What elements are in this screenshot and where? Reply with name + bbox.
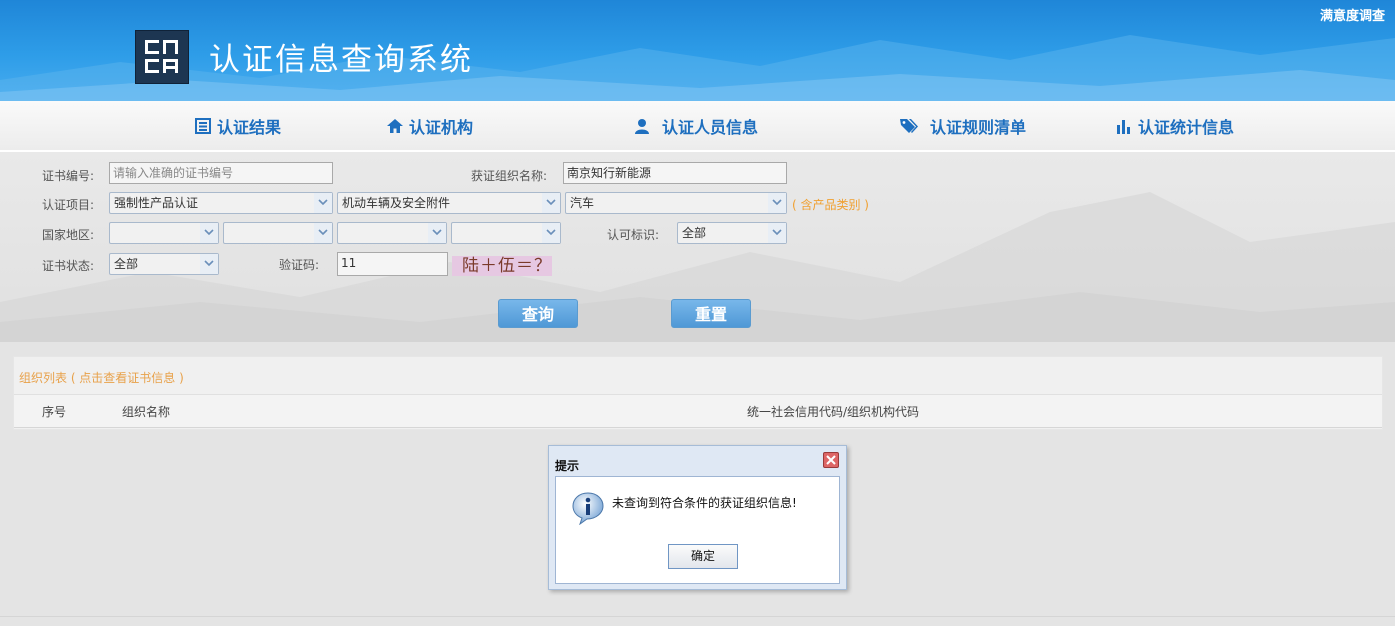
select-value: 强制性产品认证 — [114, 196, 199, 210]
nav-item-rules-list[interactable]: 认证规则清单 — [900, 114, 1026, 138]
close-icon[interactable] — [823, 452, 839, 468]
chevron-down-icon — [428, 223, 446, 243]
nav-item-statistics[interactable]: 认证统计信息 — [1116, 114, 1234, 138]
info-icon — [572, 492, 604, 525]
select-value: 机动车辆及安全附件 — [342, 196, 451, 210]
nav-item-label: 认证规则清单 — [930, 118, 1027, 137]
org-name-label: 获证组织名称: — [471, 169, 548, 183]
header-banner: 认证信息查询系统 满意度调查 — [0, 0, 1395, 101]
captcha-image[interactable]: 陆＋伍＝？ — [452, 256, 552, 276]
country-select-3[interactable] — [337, 222, 447, 244]
org-list-title: 组织列表 ( 点击查看证书信息 ) — [19, 371, 184, 385]
cert-status-select[interactable]: 全部 — [109, 253, 219, 275]
home-icon — [387, 119, 403, 133]
chevron-down-icon — [200, 254, 218, 274]
project-select-3[interactable]: 汽车 — [565, 192, 787, 214]
system-title: 认证信息查询系统 — [209, 42, 473, 78]
chevron-down-icon — [768, 193, 786, 213]
search-form: 证书编号: 请输入准确的证书编号 获证组织名称: 南京知行新能源 认证项目: 强… — [0, 152, 1395, 342]
query-button[interactable]: 查询 — [498, 299, 578, 328]
country-select-1[interactable] — [109, 222, 219, 244]
nav-item-cert-results[interactable]: 认证结果 — [195, 114, 281, 138]
nav-item-label: 认证结果 — [217, 118, 282, 137]
dialog-message: 未查询到符合条件的获证组织信息! — [612, 496, 797, 510]
chevron-down-icon — [314, 223, 332, 243]
project-select-1[interactable]: 强制性产品认证 — [109, 192, 333, 214]
alert-dialog: 提示 未查询到符合条件的获证组织信息! 确定 — [548, 445, 847, 590]
select-value: 全部 — [114, 257, 139, 271]
column-header-credit-code: 统一社会信用代码/组织机构代码 — [747, 405, 920, 419]
select-value: 全部 — [682, 226, 707, 240]
dialog-title: 提示 — [555, 459, 580, 473]
column-header-org-name: 组织名称 — [122, 405, 171, 419]
chevron-down-icon — [768, 223, 786, 243]
tags-icon — [900, 119, 918, 133]
license-mark-select[interactable]: 全部 — [677, 222, 787, 244]
main-nav: 认证结果 认证机构 认证人员信息 认证规则清单 认证统计信息 — [0, 101, 1395, 152]
bar-chart-icon — [1117, 120, 1130, 134]
cert-no-label: 证书编号: — [42, 169, 95, 183]
cnca-logo — [135, 30, 189, 84]
satisfaction-survey-link[interactable]: 满意度调查 — [1320, 5, 1385, 24]
divider — [0, 616, 1395, 617]
captcha-input[interactable]: 11 — [337, 252, 448, 276]
product-category-hint: ( 含产品类别 ) — [792, 198, 869, 212]
org-list-panel: 组织列表 ( 点击查看证书信息 ) 序号 组织名称 统一社会信用代码/组织机构代… — [13, 356, 1383, 430]
chevron-down-icon — [542, 193, 560, 213]
country-select-4[interactable] — [451, 222, 561, 244]
dialog-body: 未查询到符合条件的获证组织信息! 确定 — [555, 476, 840, 584]
select-value: 汽车 — [570, 196, 595, 210]
chevron-down-icon — [200, 223, 218, 243]
nav-item-personnel[interactable]: 认证人员信息 — [634, 114, 758, 138]
nav-item-label: 认证统计信息 — [1138, 118, 1235, 137]
chevron-down-icon — [314, 193, 332, 213]
cert-status-label: 证书状态: — [42, 259, 95, 273]
nav-item-cert-bodies[interactable]: 认证机构 — [387, 114, 473, 138]
nav-item-label: 认证机构 — [409, 118, 474, 137]
country-label: 国家地区: — [42, 228, 95, 242]
user-icon — [635, 119, 649, 134]
org-name-input[interactable]: 南京知行新能源 — [563, 162, 787, 184]
country-select-2[interactable] — [223, 222, 333, 244]
column-header-index: 序号 — [42, 405, 67, 419]
ok-button[interactable]: 确定 — [668, 544, 738, 569]
chevron-down-icon — [542, 223, 560, 243]
org-list-header: 序号 组织名称 统一社会信用代码/组织机构代码 — [14, 394, 1382, 428]
nav-item-label: 认证人员信息 — [662, 118, 759, 137]
project-label: 认证项目: — [42, 198, 95, 212]
cert-no-input[interactable]: 请输入准确的证书编号 — [109, 162, 333, 184]
reset-button[interactable]: 重置 — [671, 299, 751, 328]
license-mark-label: 认可标识: — [607, 228, 660, 242]
list-icon — [195, 118, 211, 134]
captcha-label: 验证码: — [279, 258, 320, 272]
project-select-2[interactable]: 机动车辆及安全附件 — [337, 192, 561, 214]
